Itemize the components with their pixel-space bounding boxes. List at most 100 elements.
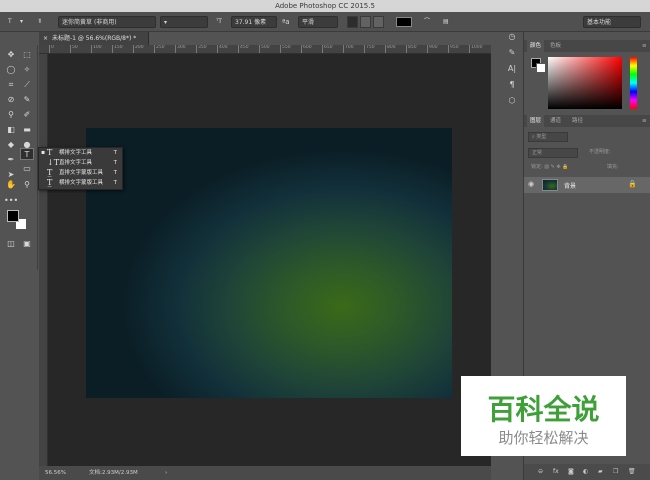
type-tool-icon[interactable]: T (8, 16, 12, 28)
brush-tool-icon[interactable]: ✎ (20, 94, 34, 106)
menu-item-vertical-type[interactable]: ↓T 直排文字工具 T (39, 158, 122, 168)
app-title: Adobe Photoshop CC 2015.5 (275, 2, 375, 10)
ruler-label: 0 (49, 45, 54, 53)
ruler-label: 1000 (469, 45, 482, 53)
ruler-label: 350 (196, 45, 207, 53)
blur-tool-icon[interactable]: ◆ (4, 139, 18, 151)
warp-text-icon[interactable]: ⌒ (424, 16, 430, 28)
gradient-tool-icon[interactable]: ▬ (20, 124, 34, 136)
tab-layers[interactable]: 图层 (527, 115, 545, 127)
font-size-dropdown[interactable]: 37.91 像素 (231, 16, 277, 28)
close-icon[interactable]: × (43, 32, 48, 45)
opacity-control[interactable]: 不透明度: (586, 148, 646, 158)
magic-wand-tool-icon[interactable]: ✧ (20, 64, 34, 76)
panel-menu-icon[interactable]: ≡ (642, 115, 647, 127)
workspace-dropdown[interactable]: 基本功能 (583, 16, 641, 28)
ruler-label: 450 (238, 45, 249, 53)
menu-item-label: 横排文字工具 (59, 150, 93, 156)
lasso-tool-icon[interactable]: ◯ (4, 64, 18, 76)
tab-color[interactable]: 颜色 (527, 40, 545, 52)
character-icon[interactable]: A| (503, 64, 521, 80)
vertical-type-icon: ↓T (47, 158, 60, 167)
layer-name: 背景 (564, 183, 577, 190)
screen-mode-icon[interactable]: ▣ (20, 238, 34, 250)
blend-mode-dropdown[interactable]: 正常 (528, 148, 578, 158)
menu-item-horizontal-type[interactable]: ▪ T 横排文字工具 T (39, 148, 122, 158)
align-left-button[interactable] (347, 16, 358, 28)
ruler-label: 650 (322, 45, 333, 53)
antialias-dropdown[interactable]: 平滑 (298, 16, 338, 28)
watermark-title: 百科全说 (487, 393, 600, 426)
eye-icon[interactable]: ◉ (528, 180, 534, 188)
vertical-type-mask-icon: T̲ (47, 168, 53, 177)
ruler-label: 900 (427, 45, 438, 53)
panel-background-swatch[interactable] (536, 63, 546, 73)
menu-item-vertical-type-mask[interactable]: T̲ 直排文字蒙版工具 T (39, 168, 122, 178)
foreground-color-swatch[interactable] (7, 210, 19, 222)
lock-label: 锁定: (531, 164, 543, 170)
text-orientation-icon[interactable]: ⫪ (38, 16, 41, 28)
hand-tool-icon[interactable]: ✋ (4, 179, 18, 191)
eraser-tool-icon[interactable]: ◧ (4, 124, 18, 136)
eyedropper-tool-icon[interactable]: ⟋ (20, 79, 34, 91)
3d-icon[interactable]: ⬡ (503, 96, 521, 112)
ruler-label: 500 (259, 45, 270, 53)
tab-paths[interactable]: 路径 (572, 115, 583, 127)
tab-swatches[interactable]: 色板 (550, 40, 561, 52)
layer-row[interactable]: ◉ 背景 🔒 (524, 177, 650, 193)
link-icon[interactable]: ⊖ (538, 464, 543, 480)
ruler-label: 50 (70, 45, 78, 53)
healing-brush-tool-icon[interactable]: ⊘ (4, 94, 18, 106)
brush-settings-icon[interactable]: ✎ (503, 48, 521, 64)
ruler-label: 550 (280, 45, 291, 53)
document-tab[interactable]: × 未标题-1 @ 56.6%(RGB/8*) * (39, 32, 149, 45)
font-style-dropdown[interactable]: ▾ (160, 16, 208, 28)
clone-stamp-tool-icon[interactable]: ⚲ (4, 109, 18, 121)
history-icon[interactable]: ◷ (503, 32, 521, 48)
lock-icon[interactable]: ▨ ✎ ✥ 🔒 (544, 164, 568, 170)
ruler-label: 800 (385, 45, 396, 53)
document-canvas[interactable] (86, 128, 452, 398)
crop-tool-icon[interactable]: ⌗ (4, 79, 18, 91)
hue-slider[interactable] (630, 57, 637, 109)
watermark-subtitle: 助你轻松解决 (498, 429, 589, 447)
fill-label: 填充: (607, 164, 619, 170)
tab-channels[interactable]: 通道 (550, 115, 561, 127)
ruler-label: 200 (133, 45, 144, 53)
ruler-label: 250 (154, 45, 165, 53)
history-brush-tool-icon[interactable]: ✐ (20, 109, 34, 121)
ruler-label: 700 (343, 45, 354, 53)
zoom-tool-icon[interactable]: ⚲ (20, 179, 34, 191)
fx-icon[interactable]: fx (553, 464, 559, 480)
quick-mask-icon[interactable]: ◫ (4, 238, 18, 250)
layer-kind-filter[interactable]: ⌕ 类型 (528, 132, 568, 142)
paragraph-icon[interactable]: ¶ (503, 80, 521, 96)
adjustment-icon[interactable]: ◐ (583, 464, 588, 480)
menu-item-horizontal-type-mask[interactable]: T̲ 横排文字蒙版工具 T (39, 178, 122, 188)
align-center-button[interactable] (360, 16, 371, 28)
ruler-label: 400 (217, 45, 228, 53)
new-layer-icon[interactable]: ❐ (613, 464, 618, 480)
color-spectrum-picker[interactable] (548, 57, 622, 109)
more-tools-icon[interactable]: ••• (4, 195, 18, 207)
layers-panel-footer: ⊖ fx ◙ ◐ ▰ ❐ 🗑 (524, 464, 650, 480)
font-family-dropdown[interactable]: 迷你简黄草 (非商用) (58, 16, 156, 28)
text-color-swatch[interactable] (396, 17, 412, 27)
chevron-down-icon[interactable]: ▾ (20, 16, 23, 28)
zoom-level[interactable]: 56.56% (45, 466, 66, 480)
fill-control[interactable]: 填充: (604, 163, 646, 173)
pen-tool-icon[interactable]: ✒ (4, 154, 18, 166)
status-menu-arrow[interactable]: › (165, 466, 167, 480)
align-right-button[interactable] (373, 16, 384, 28)
type-tool-icon[interactable]: T (20, 148, 34, 160)
character-panel-icon[interactable]: ▤ (443, 16, 449, 28)
ruler-label: 850 (406, 45, 417, 53)
move-tool-icon[interactable]: ✥ (4, 49, 18, 61)
marquee-tool-icon[interactable]: ⬚ (20, 49, 34, 61)
trash-icon[interactable]: 🗑 (628, 464, 636, 480)
folder-icon[interactable]: ▰ (598, 464, 603, 480)
rectangle-tool-icon[interactable]: ▭ (20, 163, 34, 175)
mask-icon[interactable]: ◙ (568, 464, 574, 480)
panel-menu-icon[interactable]: ≡ (642, 40, 647, 52)
color-panel-tabs: 颜色 色板 ≡ (524, 40, 650, 52)
